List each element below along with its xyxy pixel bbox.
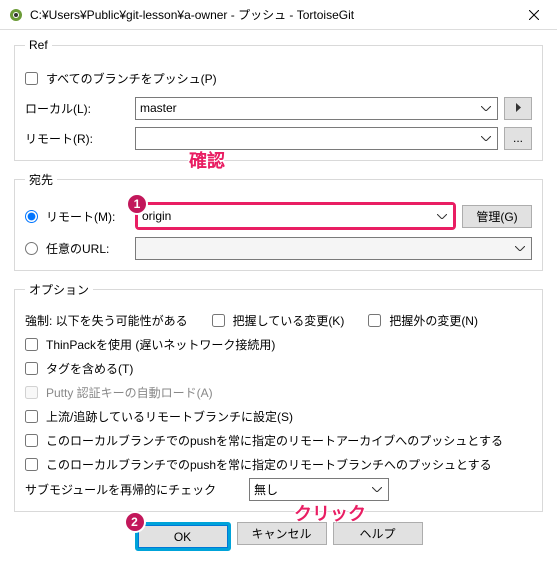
- window-title: C:¥Users¥Public¥git-lesson¥a-owner - プッシ…: [30, 6, 511, 23]
- close-button[interactable]: [511, 0, 557, 30]
- ellipsis-icon: ...: [513, 131, 523, 145]
- cancel-button[interactable]: キャンセル: [237, 522, 327, 545]
- help-button[interactable]: ヘルプ: [333, 522, 423, 545]
- url-radio[interactable]: 任意のURL:: [25, 240, 135, 257]
- remote-radio[interactable]: リモート(M):: [25, 208, 135, 225]
- local-select[interactable]: master: [135, 97, 498, 120]
- option-legend: オプション: [25, 281, 93, 298]
- remote-ref-label: リモート(R):: [25, 130, 135, 147]
- submodule-select[interactable]: 無し: [249, 478, 389, 501]
- remote-select-highlight: 1 origin: [135, 202, 456, 230]
- remote-browse-button[interactable]: ...: [504, 127, 532, 150]
- dest-group: 宛先 リモート(M): 1 origin 管理(G) 任意のURL:: [14, 171, 543, 271]
- ok-button[interactable]: OK: [138, 525, 228, 548]
- include-tags-checkbox[interactable]: タグを含める(T): [25, 360, 133, 377]
- unknown-changes-checkbox[interactable]: 把握外の変更(N): [368, 312, 478, 329]
- push-all-checkbox[interactable]: すべてのブランチをプッシュ(P): [25, 70, 217, 87]
- dest-legend: 宛先: [25, 171, 57, 188]
- dialog-content: Ref すべてのブランチをプッシュ(P) ローカル(L): master リモー…: [0, 30, 557, 565]
- ok-highlight: 2 OK: [135, 522, 231, 551]
- badge-2: 2: [124, 511, 146, 533]
- submodule-label: サブモジュールを再帰的にチェック: [25, 481, 225, 498]
- local-label: ローカル(L):: [25, 100, 135, 117]
- always-archive-checkbox[interactable]: このローカルブランチでのpushを常に指定のリモートアーカイブへのプッシュとする: [25, 432, 503, 449]
- putty-checkbox: Putty 認証キーの自動ロード(A): [25, 384, 213, 401]
- known-changes-checkbox[interactable]: 把握している変更(K): [212, 312, 345, 329]
- remote-select[interactable]: origin: [138, 205, 453, 227]
- title-bar: C:¥Users¥Public¥git-lesson¥a-owner - プッシ…: [0, 0, 557, 30]
- always-branch-checkbox[interactable]: このローカルブランチでのpushを常に指定のリモートブランチへのプッシュとする: [25, 456, 492, 473]
- badge-1: 1: [126, 193, 148, 215]
- manage-button[interactable]: 管理(G): [462, 205, 532, 228]
- arrow-right-icon: [514, 103, 522, 112]
- app-icon: [8, 7, 24, 23]
- url-select[interactable]: [135, 237, 532, 260]
- remote-ref-select[interactable]: [135, 127, 498, 150]
- option-group: オプション 強制: 以下を失う可能性がある 把握している変更(K) 把握外の変更…: [14, 281, 543, 512]
- set-upstream-checkbox[interactable]: 上流/追跡しているリモートブランチに設定(S): [25, 408, 293, 425]
- ref-legend: Ref: [25, 38, 52, 52]
- ref-group: Ref すべてのブランチをプッシュ(P) ローカル(L): master リモー…: [14, 38, 543, 161]
- thinpack-checkbox[interactable]: ThinPackを使用 (遅いネットワーク接続用): [25, 336, 275, 353]
- local-browse-button[interactable]: [504, 97, 532, 120]
- window-controls: [511, 0, 557, 30]
- dialog-footer: クリック 2 OK キャンセル ヘルプ: [14, 522, 543, 551]
- force-label: 強制: 以下を失う可能性がある: [25, 312, 188, 329]
